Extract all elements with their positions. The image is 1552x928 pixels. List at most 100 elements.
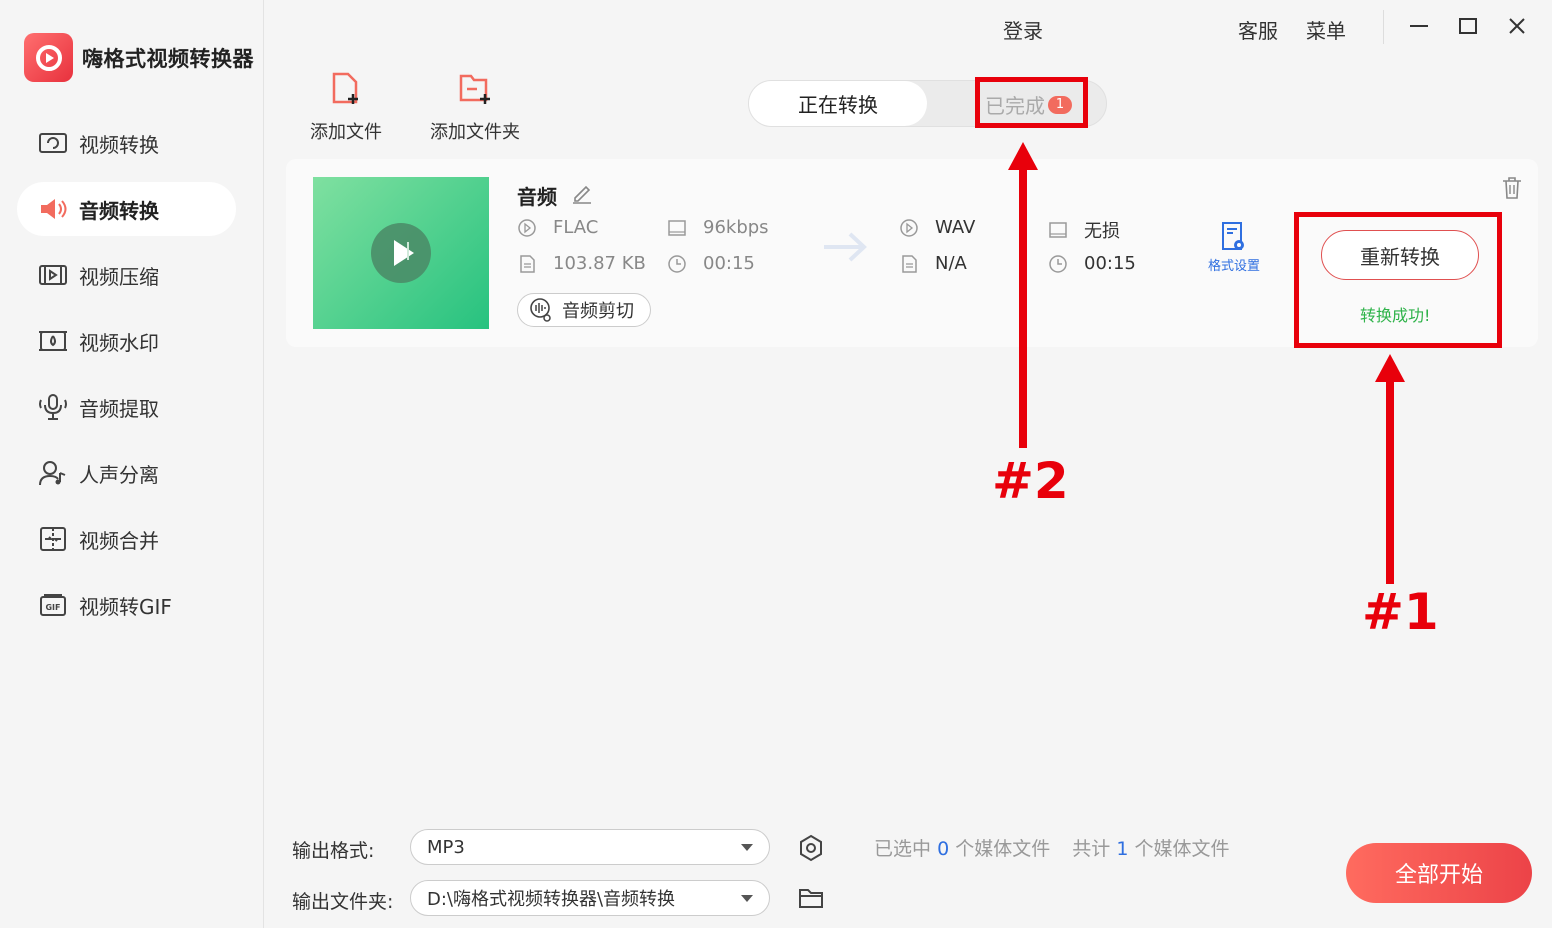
audio-extract-icon [37, 391, 69, 423]
source-bitrate-value: 96kbps [703, 217, 769, 238]
add-file-label: 添加文件 [310, 122, 382, 143]
bitrate-icon [668, 219, 686, 236]
start-all-button[interactable]: 全部开始 [1346, 843, 1532, 903]
format-settings-button[interactable]: 格式设置 [1208, 221, 1260, 274]
annotation-box-2 [975, 77, 1088, 128]
brand: 嗨格式视频转换器 [24, 33, 254, 82]
add-folder-icon [458, 72, 492, 110]
sidebar-item-video-convert[interactable]: 视频转换 [17, 116, 236, 170]
audio-convert-icon [37, 193, 69, 225]
sidebar-item-label: 视频转GIF [79, 594, 172, 619]
target-size-value: N/A [935, 253, 967, 274]
chevron-down-icon [741, 844, 753, 851]
audio-cut-label: 音频剪切 [562, 301, 634, 322]
clock-icon [668, 254, 686, 273]
selection-status: 已选中 0 个媒体文件 共计 1 个媒体文件 [874, 834, 1229, 861]
sidebar-item-label: 视频合并 [79, 528, 159, 553]
sidebar-item-audio-convert[interactable]: 音频转换 [17, 182, 236, 236]
total-count: 1 [1116, 838, 1129, 860]
output-format-select[interactable]: MP3 [410, 829, 770, 865]
video-convert-icon [37, 127, 69, 159]
window-controls-divider [1383, 10, 1384, 44]
source-size: 103.87 KB [517, 253, 646, 274]
clock-icon [1049, 254, 1067, 273]
delete-icon[interactable] [1501, 176, 1523, 204]
file-size-icon [520, 254, 535, 273]
output-folder-label: 输出文件夹: [292, 891, 394, 913]
annotation-label-2: #2 [992, 452, 1069, 510]
sidebar-item-label: 人声分离 [79, 462, 159, 487]
source-format-value: FLAC [553, 217, 599, 238]
sidebar-item-label: 视频水印 [79, 330, 159, 355]
video-compress-icon [37, 259, 69, 291]
file-thumbnail[interactable] [313, 177, 489, 329]
tab-converting[interactable]: 正在转换 [749, 81, 927, 126]
sidebar-item-video-merge[interactable]: 视频合并 [17, 512, 236, 566]
annotation-box-1 [1294, 212, 1502, 348]
maximize-icon[interactable] [1454, 12, 1482, 40]
total-suffix: 个媒体文件 [1134, 838, 1230, 860]
audio-cut-button[interactable]: 音频剪切 [517, 293, 651, 327]
output-folder-value: D:\嗨格式视频转换器\音频转换 [427, 889, 676, 910]
convert-arrow-icon [822, 229, 870, 269]
source-format: FLAC [517, 217, 598, 238]
selected-count: 0 [937, 838, 950, 860]
sidebar-item-vocal-separate[interactable]: 人声分离 [17, 446, 236, 500]
output-format-label: 输出格式: [292, 840, 375, 862]
sidebar-item-video-gif[interactable]: GIF 视频转GIF [17, 578, 236, 632]
menu-link[interactable]: 菜单 [1306, 15, 1346, 44]
selected-prefix: 已选中 [874, 838, 932, 860]
vocal-separate-icon [37, 457, 69, 489]
target-quality: 无损 [1048, 217, 1120, 243]
sidebar-item-audio-extract[interactable]: 音频提取 [17, 380, 236, 434]
output-format-value: MP3 [427, 836, 465, 858]
sidebar: 嗨格式视频转换器 视频转换 音频转换 视频压缩 视频水印 音频提取 人声分离 视… [0, 0, 264, 928]
target-format-value: WAV [935, 217, 976, 238]
format-icon [518, 218, 536, 237]
target-size: N/A [899, 253, 967, 274]
target-duration: 00:15 [1048, 253, 1136, 274]
target-quality-value: 无损 [1084, 221, 1120, 242]
chevron-down-icon [741, 895, 753, 902]
sidebar-item-label: 音频提取 [79, 396, 159, 421]
login-link[interactable]: 登录 [1003, 15, 1043, 44]
video-gif-icon: GIF [37, 589, 69, 621]
selected-suffix: 个媒体文件 [955, 838, 1051, 860]
format-settings-icon [1222, 222, 1244, 250]
sidebar-item-video-compress[interactable]: 视频压缩 [17, 248, 236, 302]
video-watermark-icon [37, 325, 69, 357]
app-logo-icon [24, 33, 73, 82]
close-icon[interactable] [1503, 12, 1531, 40]
source-size-value: 103.87 KB [553, 253, 646, 274]
format-settings-label: 格式设置 [1208, 259, 1261, 274]
add-file-icon [331, 72, 361, 110]
folder-icon[interactable] [798, 886, 824, 914]
quality-icon [1049, 222, 1067, 238]
source-bitrate: 96kbps [667, 217, 769, 238]
sidebar-item-label: 视频压缩 [79, 264, 159, 289]
sidebar-item-label: 视频转换 [79, 132, 159, 157]
file-title: 音频 [517, 181, 593, 210]
file-size-icon [902, 254, 917, 273]
target-duration-value: 00:15 [1084, 253, 1136, 274]
annotation-arrow-2 [1008, 142, 1038, 448]
add-folder-button[interactable]: 添加文件夹 [430, 72, 520, 144]
add-folder-label: 添加文件夹 [430, 122, 520, 143]
svg-text:GIF: GIF [45, 603, 60, 612]
file-title-text: 音频 [517, 185, 557, 209]
play-icon [371, 223, 431, 283]
annotation-label-1: #1 [1362, 583, 1439, 641]
output-folder-select[interactable]: D:\嗨格式视频转换器\音频转换 [410, 880, 770, 916]
customer-service-link[interactable]: 客服 [1238, 15, 1278, 44]
total-prefix: 共计 [1072, 838, 1111, 860]
sidebar-item-video-watermark[interactable]: 视频水印 [17, 314, 236, 368]
minimize-icon[interactable] [1405, 12, 1433, 40]
edit-name-icon[interactable] [571, 182, 593, 209]
source-duration: 00:15 [667, 253, 755, 274]
sidebar-nav: 视频转换 音频转换 视频压缩 视频水印 音频提取 人声分离 视频合并 GIF 视 [17, 116, 236, 644]
sidebar-item-label: 音频转换 [79, 198, 159, 223]
source-duration-value: 00:15 [703, 253, 755, 274]
video-merge-icon [37, 523, 69, 555]
add-file-button[interactable]: 添加文件 [310, 72, 382, 144]
settings-icon[interactable] [797, 834, 825, 866]
